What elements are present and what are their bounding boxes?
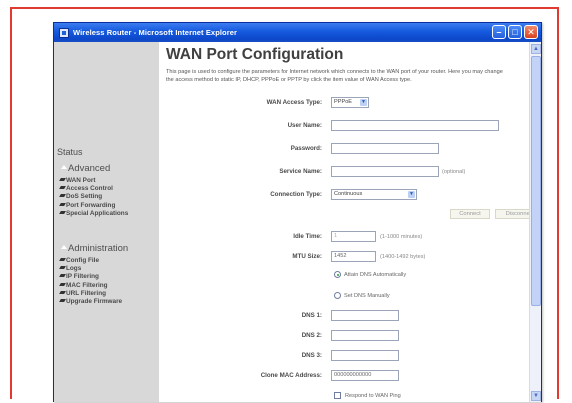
- administration-menu: Config File Logs IP Filtering MAC Filter…: [59, 257, 122, 306]
- pencil-icon: [59, 290, 66, 294]
- dns-auto-radio[interactable]: [334, 271, 341, 278]
- respond-wan-ping-checkbox[interactable]: [334, 392, 341, 399]
- window-controls: – □ ✕: [492, 25, 538, 39]
- triangle-icon: [61, 245, 67, 249]
- pencil-icon: [59, 282, 66, 286]
- password-label: Password:: [290, 145, 322, 152]
- mtu-size-input[interactable]: 1452: [331, 251, 376, 262]
- clone-mac-label: Clone MAC Address:: [260, 372, 322, 379]
- sidebar-item-logs[interactable]: Logs: [59, 265, 122, 273]
- sidebar-item-dos-setting[interactable]: DoS Setting: [59, 193, 128, 201]
- sidebar-section-label: Advanced: [68, 163, 111, 174]
- user-name-input[interactable]: [331, 120, 499, 131]
- dns-manual-radio[interactable]: [334, 292, 341, 299]
- service-name-hint: (optional): [442, 169, 466, 175]
- mtu-size-label: MTU Size:: [292, 253, 322, 260]
- password-input[interactable]: [331, 143, 439, 154]
- title-bar[interactable]: Wireless Router - Microsoft Internet Exp…: [54, 23, 541, 42]
- service-name-label: Service Name:: [279, 168, 322, 175]
- chevron-down-icon: ▼: [360, 99, 367, 106]
- scrollbar-thumb[interactable]: [531, 56, 541, 306]
- pencil-icon: [59, 186, 66, 190]
- browser-window: Wireless Router - Microsoft Internet Exp…: [53, 22, 542, 402]
- respond-wan-ping-label: Respond to WAN Ping: [345, 393, 401, 399]
- pencil-icon: [59, 210, 66, 214]
- idle-time-input[interactable]: 1: [331, 231, 376, 242]
- dns1-label: DNS 1:: [301, 312, 322, 319]
- window-title: Wireless Router - Microsoft Internet Exp…: [73, 28, 238, 37]
- wan-access-type-select[interactable]: PPPoE ▼: [331, 97, 369, 108]
- pencil-icon: [59, 266, 66, 270]
- triangle-icon: [61, 165, 67, 169]
- scroll-up-icon[interactable]: ▲: [531, 44, 541, 54]
- sidebar-item-mac-filtering[interactable]: MAC Filtering: [59, 282, 122, 290]
- sidebar-section-advanced[interactable]: Advanced: [61, 163, 110, 174]
- service-name-input[interactable]: [331, 166, 439, 177]
- connection-type-label: Connection Type:: [270, 191, 322, 198]
- connect-button[interactable]: Connect: [450, 209, 490, 219]
- dns-manual-label: Set DNS Manually: [344, 293, 390, 299]
- pencil-icon: [59, 258, 66, 261]
- pencil-icon: [59, 298, 66, 302]
- dns3-label: DNS 3:: [301, 352, 322, 359]
- sidebar-item-port-forwarding[interactable]: Port Forwarding: [59, 202, 128, 210]
- sidebar: Status Advanced WAN Port Access Control …: [54, 42, 159, 402]
- sidebar-item-access-control[interactable]: Access Control: [59, 185, 128, 193]
- sidebar-status-link[interactable]: Status: [57, 147, 83, 157]
- idle-time-hint: (1-1000 minutes): [380, 234, 423, 240]
- sidebar-item-upgrade-firmware[interactable]: Upgrade Firmware: [59, 298, 122, 306]
- chevron-down-icon: ▼: [408, 191, 415, 198]
- pencil-icon: [59, 194, 66, 198]
- dns3-input[interactable]: [331, 350, 399, 361]
- pencil-icon: [59, 274, 66, 278]
- dns1-input[interactable]: [331, 310, 399, 321]
- dns2-input[interactable]: [331, 330, 399, 341]
- user-name-label: User Name:: [287, 122, 322, 129]
- ie-app-icon: [59, 27, 69, 38]
- pencil-icon: [59, 202, 66, 206]
- close-icon[interactable]: ✕: [524, 25, 538, 39]
- vertical-scrollbar[interactable]: ▲ ▼: [529, 42, 541, 402]
- advanced-menu: WAN Port Access Control DoS Setting Port…: [59, 177, 128, 218]
- wan-access-type-label: WAN Access Type:: [266, 99, 322, 106]
- sidebar-item-wan-port[interactable]: WAN Port: [59, 177, 128, 185]
- main-content: WAN Port Configuration This page is used…: [159, 42, 541, 402]
- dns2-label: DNS 2:: [301, 332, 322, 339]
- pencil-icon: [59, 178, 66, 181]
- clone-mac-input[interactable]: 000000000000: [331, 370, 399, 381]
- minimize-icon[interactable]: –: [492, 25, 506, 39]
- sidebar-section-administration[interactable]: Administration: [61, 243, 128, 254]
- maximize-icon[interactable]: □: [508, 25, 522, 39]
- sidebar-item-url-filtering[interactable]: URL Filtering: [59, 290, 122, 298]
- sidebar-item-ip-filtering[interactable]: IP Filtering: [59, 273, 122, 281]
- connection-type-select[interactable]: Continuous ▼: [331, 189, 417, 200]
- idle-time-label: Idle Time:: [293, 233, 322, 240]
- sidebar-item-config-file[interactable]: Config File: [59, 257, 122, 265]
- mtu-size-hint: (1400-1492 bytes): [380, 254, 426, 260]
- page-description: This page is used to configure the param…: [166, 69, 503, 83]
- scroll-down-icon[interactable]: ▼: [531, 391, 541, 401]
- sidebar-item-special-applications[interactable]: Special Applications: [59, 210, 128, 218]
- page-title: WAN Port Configuration: [166, 46, 344, 63]
- sidebar-section-label: Administration: [68, 243, 129, 254]
- dns-auto-label: Attain DNS Automatically: [344, 272, 407, 278]
